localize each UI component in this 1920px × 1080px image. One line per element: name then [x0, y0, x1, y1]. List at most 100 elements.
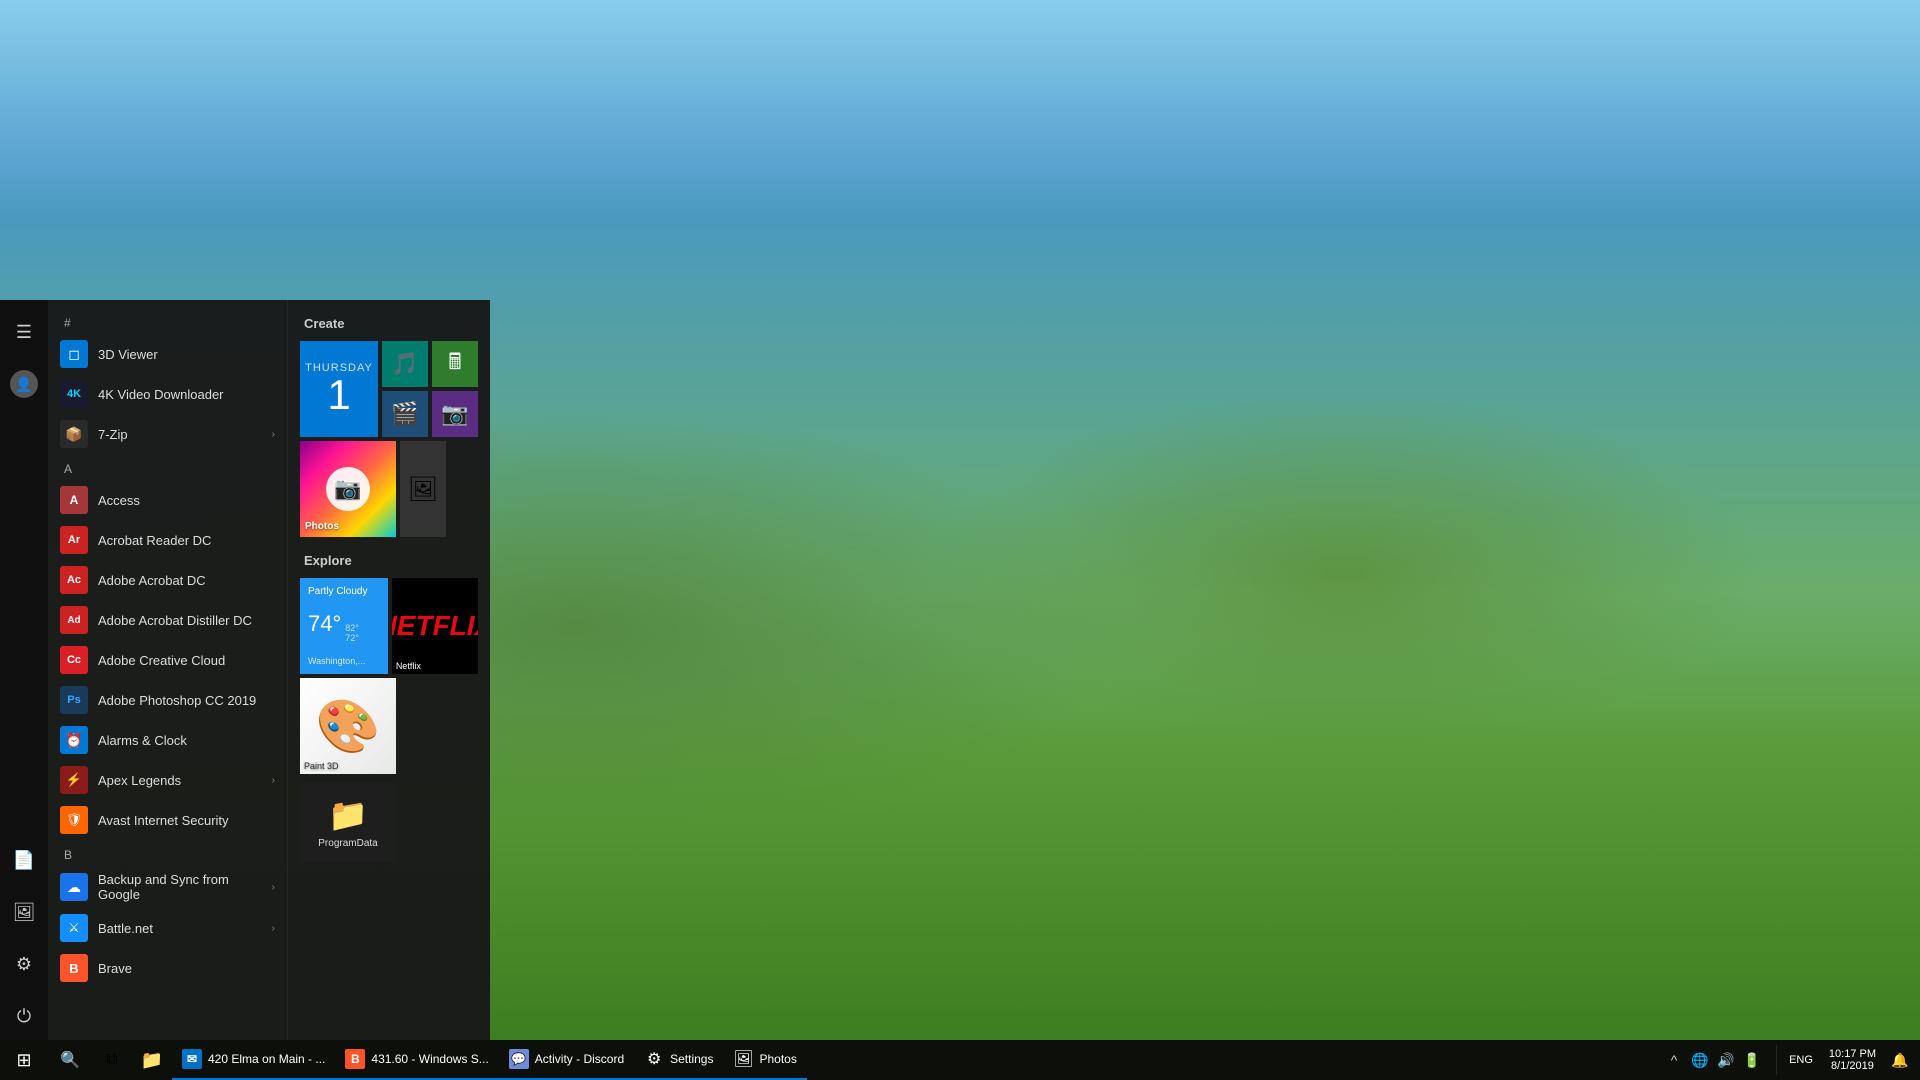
app-icon-adobe-distiller: Ad [60, 606, 88, 634]
tile-movies-tv[interactable]: 🎬 [382, 391, 428, 437]
tile-calculator[interactable]: 🖩 [432, 341, 478, 387]
tile-image-preview[interactable]: 🖼 [400, 441, 446, 537]
task-view-button[interactable]: ⧉ [92, 1040, 132, 1080]
weather-high: 82° [345, 623, 359, 633]
app-icon-battle-net: ⚔ [60, 914, 88, 942]
power-icon: ⏻ [17, 1006, 31, 1027]
sidebar-user[interactable]: 👤 [0, 360, 48, 408]
settings-icon: ⚙ [16, 954, 32, 975]
task-view-icon: ⧉ [106, 1051, 117, 1069]
app-adobe-distiller[interactable]: Ad Adobe Acrobat Distiller DC [48, 600, 287, 640]
sidebar-settings[interactable]: ⚙ [0, 940, 48, 988]
app-label-adobe-acrobat: Adobe Acrobat DC [98, 573, 206, 588]
tile-programdata[interactable]: 📁 ProgramData [300, 782, 396, 862]
taskbar-file-explorer[interactable]: 📁 [132, 1040, 172, 1080]
settings-icon: ⚙ [644, 1049, 664, 1069]
app-label-3d-viewer: 3D Viewer [98, 347, 158, 362]
tile-paint3d[interactable]: 🎨 Paint 3D [300, 678, 396, 774]
volume-icon: 🔊 [1717, 1052, 1734, 1069]
netflix-logo: NETFLIX [392, 610, 478, 642]
systray-battery[interactable]: 🔋 [1740, 1040, 1764, 1080]
taskbar-outlook[interactable]: ✉ 420 Elma on Main - ... [172, 1040, 335, 1080]
network-icon: 🌐 [1691, 1052, 1708, 1069]
taskbar-photos[interactable]: 🖼 Photos [723, 1040, 806, 1080]
app-4k-video[interactable]: 4K 4K Video Downloader [48, 374, 287, 414]
file-explorer-icon: 📁 [141, 1050, 163, 1071]
start-menu: ☰ 👤 📄 🖼 ⚙ ⏻ # ◻ 3D V [0, 300, 490, 1040]
language-indicator[interactable]: ENG [1785, 1054, 1817, 1066]
tile-photos[interactable]: 📷 Photos [300, 441, 396, 537]
app-access[interactable]: A Access [48, 480, 287, 520]
taskbar-discord[interactable]: 💬 Activity - Discord [499, 1040, 634, 1080]
tile-calendar[interactable]: Thursday 1 [300, 341, 378, 437]
folder-label: ProgramData [318, 838, 377, 849]
paint3d-tile-label: Paint 3D [304, 761, 339, 771]
app-icon-4k-video: 4K [60, 380, 88, 408]
systray-chevron[interactable]: ^ [1662, 1040, 1686, 1080]
hamburger-icon: ☰ [16, 322, 32, 343]
app-label-photoshop: Adobe Photoshop CC 2019 [98, 693, 256, 708]
app-icon-3d-viewer: ◻ [60, 340, 88, 368]
sidebar-hamburger[interactable]: ☰ [0, 308, 48, 356]
taskbar-brave[interactable]: B 431.60 - Windows S... [335, 1040, 498, 1080]
app-icon-brave: B [60, 954, 88, 982]
app-apex-legends[interactable]: ⚡ Apex Legends › [48, 760, 287, 800]
taskbar-search[interactable]: 🔍 [48, 1040, 92, 1080]
tile-netflix[interactable]: NETFLIX Netflix [392, 578, 478, 674]
tile-camera[interactable]: 📷 [432, 391, 478, 437]
settings-label: Settings [670, 1052, 713, 1066]
explore-section-title: Explore [300, 553, 478, 568]
tile-weather[interactable]: Partly Cloudy 74° 82° 72° Washington,... [300, 578, 388, 674]
app-icon-backup-sync: ☁ [60, 873, 88, 901]
app-3d-viewer[interactable]: ◻ 3D Viewer [48, 334, 287, 374]
weather-low: 72° [345, 633, 359, 643]
weather-temp: 74° [308, 611, 341, 637]
app-label-avast: Avast Internet Security [98, 813, 229, 828]
app-label-access: Access [98, 493, 140, 508]
notification-button[interactable]: 🔔 [1888, 1040, 1912, 1080]
start-tiles: Create Thursday 1 🎵 🎬 [288, 300, 490, 1040]
app-chevron-apex: › [272, 775, 275, 786]
app-label-brave: Brave [98, 961, 132, 976]
app-icon-access: A [60, 486, 88, 514]
calculator-icon: 🖩 [448, 345, 461, 383]
app-backup-sync[interactable]: ☁ Backup and Sync from Google › [48, 866, 287, 908]
taskbar-clock[interactable]: 10:17 PM 8/1/2019 [1821, 1040, 1884, 1080]
create-section-title: Create [300, 316, 478, 331]
sidebar-documents[interactable]: 📄 [0, 836, 48, 884]
app-7zip[interactable]: 📦 7-Zip › [48, 414, 287, 454]
photos-tile-label: Photos [305, 521, 339, 532]
paint3d-icon: 🎨 [316, 696, 381, 757]
start-button[interactable]: ⊞ [0, 1040, 48, 1080]
outlook-icon: ✉ [182, 1049, 202, 1069]
systray-divider [1776, 1045, 1777, 1075]
app-alarms-clock[interactable]: ⏰ Alarms & Clock [48, 720, 287, 760]
app-battle-net[interactable]: ⚔ Battle.net › [48, 908, 287, 948]
tile-groove-music[interactable]: 🎵 [382, 341, 428, 387]
app-avast[interactable]: 🛡 Avast Internet Security [48, 800, 287, 840]
sidebar-pictures[interactable]: 🖼 [0, 888, 48, 936]
taskbar-settings[interactable]: ⚙ Settings [634, 1040, 723, 1080]
netflix-tile-label: Netflix [396, 661, 421, 671]
app-chevron-backup: › [272, 882, 275, 893]
taskbar-apps: 📁 ✉ 420 Elma on Main - ... B 431.60 - Wi… [132, 1040, 1650, 1080]
documents-icon: 📄 [13, 850, 35, 871]
taskbar: ⊞ 🔍 ⧉ 📁 ✉ 420 Elma on Main - ... B 431.6… [0, 1040, 1920, 1080]
app-brave[interactable]: B Brave [48, 948, 287, 988]
sidebar-power[interactable]: ⏻ [0, 992, 48, 1040]
app-photoshop[interactable]: Ps Adobe Photoshop CC 2019 [48, 680, 287, 720]
section-hash: # [48, 308, 287, 334]
app-label-7zip: 7-Zip [98, 427, 128, 442]
brave-icon: B [345, 1049, 365, 1069]
user-icon: 👤 [10, 370, 38, 398]
systray-network[interactable]: 🌐 [1688, 1040, 1712, 1080]
systray-icons: ^ 🌐 🔊 🔋 [1658, 1040, 1768, 1080]
app-adobe-acrobat[interactable]: Ac Adobe Acrobat DC [48, 560, 287, 600]
app-acrobat-reader[interactable]: Ar Acrobat Reader DC [48, 520, 287, 560]
app-icon-acrobat-reader: Ar [60, 526, 88, 554]
app-creative-cloud[interactable]: Cc Adobe Creative Cloud [48, 640, 287, 680]
systray-volume[interactable]: 🔊 [1714, 1040, 1738, 1080]
app-label-backup-sync: Backup and Sync from Google [98, 872, 262, 902]
app-label-acrobat-reader: Acrobat Reader DC [98, 533, 211, 548]
app-chevron-battle: › [272, 923, 275, 934]
